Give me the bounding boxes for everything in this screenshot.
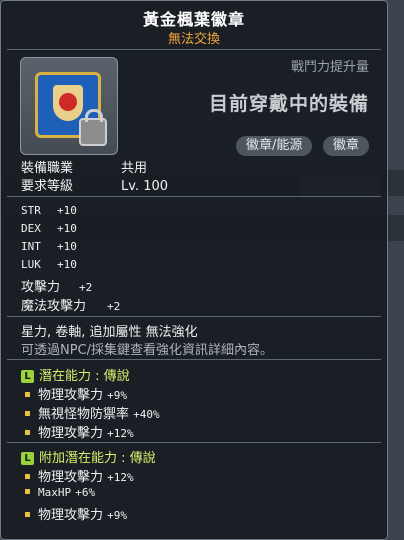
type-chip: 徽章 <box>323 136 370 156</box>
stat-value: +2 <box>79 281 93 294</box>
stat-row: 魔法攻擊力 +2 <box>21 295 120 314</box>
bullet-icon <box>25 474 30 479</box>
bonus-potential-line: 物理攻擊力 +12% <box>21 466 134 485</box>
divider <box>7 359 381 360</box>
stat-label: 攻擊力 <box>21 280 61 295</box>
bonus-potential-label: MaxHP <box>38 486 72 499</box>
potential-label: 物理攻擊力 <box>38 426 104 441</box>
bonus-potential-header: L 附加潛在能力 : 傳說 <box>21 447 156 466</box>
stat-value: +10 <box>57 222 77 235</box>
potential-value: +12% <box>107 427 134 440</box>
potential-line: 物理攻擊力 +12% <box>21 422 134 441</box>
stat-value: +10 <box>57 258 77 271</box>
potential-value: +40% <box>133 408 160 421</box>
job-value: 共用 <box>121 161 148 176</box>
stat-row: STR +10 <box>21 204 77 217</box>
potential-title: 潛在能力 : 傳說 <box>39 369 130 384</box>
bonus-potential-value: +6% <box>75 486 96 499</box>
equipped-indicator: 目前穿戴中的裝備 <box>208 93 369 115</box>
level-label: 要求等級 <box>21 179 74 194</box>
bullet-icon <box>25 392 30 397</box>
potential-value: +9% <box>107 389 128 402</box>
bonus-potential-value: +12% <box>107 471 134 484</box>
divider <box>7 442 381 443</box>
enhance-info-note: 可透過NPC/採集鍵查看強化資訊詳細內容。 <box>21 343 274 358</box>
item-name: 黃金楓葉徽章 <box>142 10 245 29</box>
stat-row: LUK +10 <box>21 258 77 271</box>
stat-row: DEX +10 <box>21 222 77 235</box>
stat-value: +2 <box>107 300 121 313</box>
level-value: Lv. 100 <box>121 179 169 194</box>
category-chip: 徽章/能源 <box>236 136 313 156</box>
potential-line: 物理攻擊力 +9% <box>21 384 127 403</box>
bullet-icon <box>25 430 30 435</box>
potential-label: 無視怪物防禦率 <box>38 407 130 422</box>
divider <box>7 49 381 50</box>
trade-status: 無法交換 <box>167 32 220 47</box>
stat-label: INT <box>21 240 41 253</box>
lock-icon <box>79 109 107 146</box>
bullet-icon <box>25 411 30 416</box>
potential-label: 物理攻擊力 <box>38 388 104 403</box>
stat-label: STR <box>21 204 41 217</box>
stat-label: LUK <box>21 258 41 271</box>
stat-row: INT +10 <box>21 240 77 253</box>
bullet-icon <box>25 489 30 494</box>
bonus-potential-value: +9% <box>107 509 128 522</box>
lock-shackle <box>85 109 103 122</box>
stat-value: +10 <box>57 204 77 217</box>
bullet-icon <box>25 512 30 517</box>
bonus-potential-label: 物理攻擊力 <box>38 470 104 485</box>
item-tooltip: 黃金楓葉徽章 無法交換 戰鬥力提升量 目前穿戴中的裝備 徽章/能源 徽章 裝備職… <box>0 0 388 540</box>
power-up-label: 戰鬥力提升量 <box>290 60 369 75</box>
stat-value: +10 <box>57 240 77 253</box>
job-label: 裝備職業 <box>21 161 74 176</box>
bonus-potential-line: 物理攻擊力 +9% <box>21 504 127 523</box>
level-row: 要求等級 Lv. 100 <box>21 175 168 194</box>
stat-row: 攻擊力 +2 <box>21 276 92 295</box>
enhance-note: 星力, 卷軸, 追加屬性 無法強化 <box>21 325 198 340</box>
potential-line: 無視怪物防禦率 +40% <box>21 403 160 422</box>
legendary-grade-icon: L <box>21 452 34 465</box>
divider <box>7 316 381 317</box>
item-icon-frame <box>20 57 118 155</box>
bonus-potential-line: MaxHP +6% <box>21 485 95 500</box>
bonus-potential-label: 物理攻擊力 <box>38 508 104 523</box>
job-row: 裝備職業 共用 <box>21 157 147 176</box>
stat-label: 魔法攻擊力 <box>21 299 87 314</box>
maple-leaf-icon <box>59 93 77 111</box>
bonus-potential-title: 附加潛在能力 : 傳說 <box>39 451 156 466</box>
legendary-grade-icon: L <box>21 370 34 383</box>
shield-icon <box>53 85 83 121</box>
potential-header: L 潛在能力 : 傳說 <box>21 365 130 384</box>
divider <box>7 196 381 197</box>
stat-label: DEX <box>21 222 41 235</box>
